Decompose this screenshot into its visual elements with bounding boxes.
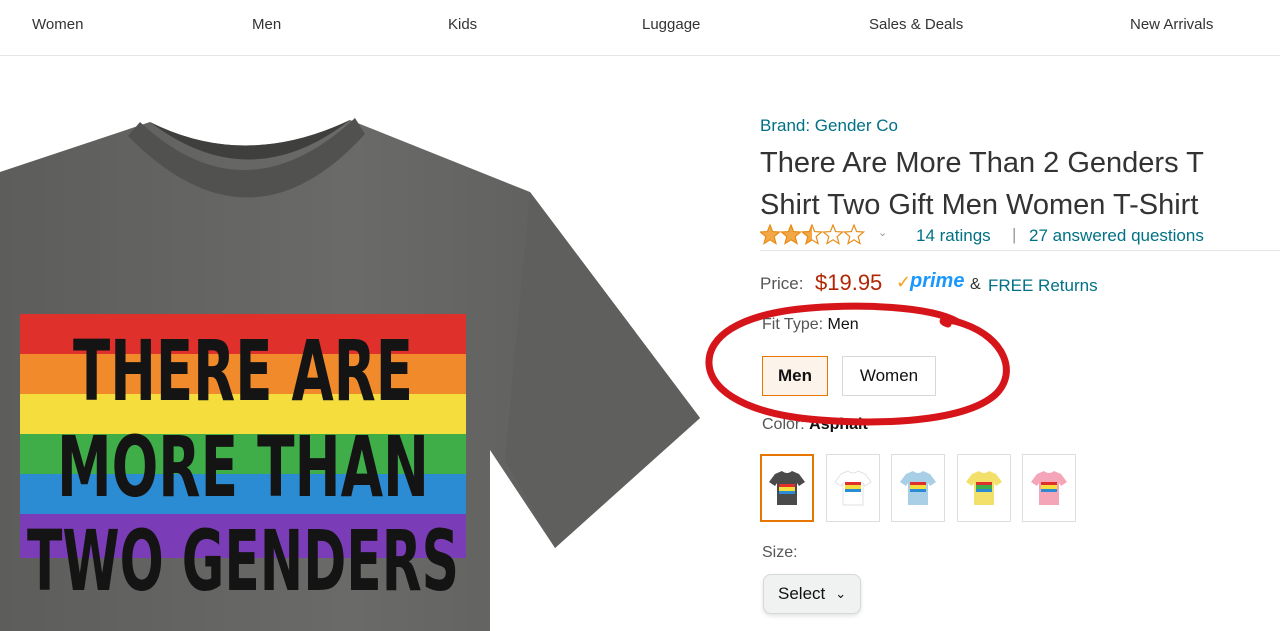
swatch-white[interactable] (826, 454, 880, 522)
fit-type-caption: Fit Type: (762, 316, 824, 333)
rating-row: ⌄ 14 ratings | 27 answered questions (760, 224, 1280, 246)
swatch-yellow[interactable] (957, 454, 1011, 522)
size-label: Size: (762, 544, 798, 561)
size-select-value: Select (778, 584, 826, 603)
divider (760, 250, 1280, 251)
shirt-text-line3: TWO GENDERS (27, 512, 459, 610)
price-value: $19.95 (815, 270, 883, 295)
color-caption: Color: (762, 416, 805, 432)
nav-new-arrivals[interactable]: New Arrivals (1130, 16, 1213, 33)
ampersand: & (970, 276, 981, 293)
chevron-down-icon: ⌄ (835, 586, 847, 601)
free-returns-link[interactable]: FREE Returns (988, 276, 1098, 296)
tshirt-icon (966, 471, 1002, 505)
price-row: Price: $19.95 ✓ prime & FREE Returns (760, 270, 1280, 302)
nav-sales-deals[interactable]: Sales & Deals (869, 16, 963, 33)
chevron-down-icon[interactable]: ⌄ (878, 226, 887, 239)
swatch-pink[interactable] (1022, 454, 1076, 522)
top-navigation: Women Men Kids Luggage Sales & Deals New… (0, 0, 1280, 56)
separator: | (1012, 225, 1017, 244)
tshirt-graphic: THERE ARE MORE THAN TWO GENDERS (0, 118, 700, 631)
title-line-1: There Are More Than 2 Genders T (760, 147, 1204, 179)
fit-option-men[interactable]: Men (762, 356, 828, 396)
brand-link[interactable]: Brand: Gender Co (760, 116, 898, 136)
tshirt-icon (769, 471, 805, 505)
fit-option-women[interactable]: Women (842, 356, 936, 396)
color-value: Asphalt (809, 416, 868, 432)
fit-type-label: Fit Type: Men (762, 316, 859, 334)
color-label: Color: Asphalt (762, 416, 868, 432)
shirt-text-line1: THERE ARE (73, 322, 413, 420)
title-line-2: Shirt Two Gift Men Women T-Shirt (760, 189, 1199, 221)
shirt-text-line2: MORE THAN (57, 418, 429, 516)
answered-questions-link[interactable]: 27 answered questions (1029, 226, 1204, 246)
swatch-light-blue[interactable] (891, 454, 945, 522)
product-image[interactable]: THERE ARE MORE THAN TWO GENDERS (0, 100, 710, 631)
prime-check-icon: ✓ (896, 272, 912, 292)
tshirt-icon (834, 470, 872, 506)
fit-type-value: Men (827, 316, 859, 333)
prime-badge: prime (910, 270, 965, 292)
color-swatches (760, 454, 1090, 524)
tshirt-icon (900, 471, 936, 505)
product-title: There Are More Than 2 Genders T Shirt Tw… (760, 142, 1280, 226)
star-rating-icon[interactable] (760, 224, 870, 246)
size-select[interactable]: Select ⌄ (763, 574, 861, 614)
tshirt-icon (1031, 471, 1067, 505)
swatch-asphalt[interactable] (760, 454, 814, 522)
nav-men[interactable]: Men (252, 16, 281, 33)
nav-women[interactable]: Women (32, 16, 83, 33)
ratings-count-link[interactable]: 14 ratings (916, 226, 991, 246)
nav-luggage[interactable]: Luggage (642, 16, 700, 33)
nav-kids[interactable]: Kids (448, 16, 477, 33)
price-label: Price: (760, 274, 804, 293)
